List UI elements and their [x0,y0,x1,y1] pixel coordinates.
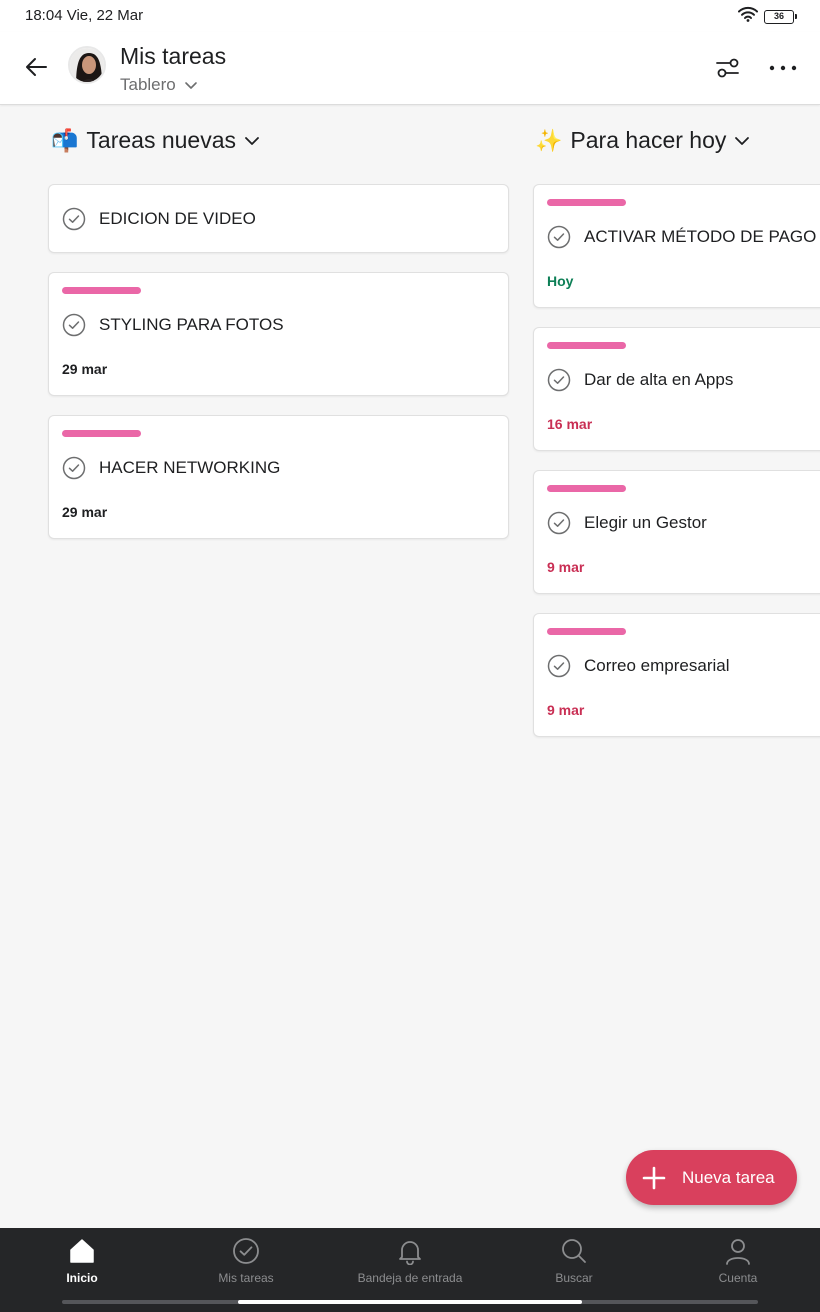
view-selector[interactable]: Tablero [120,75,198,95]
tag-bar [547,628,626,635]
task-title: Elegir un Gestor [584,513,707,532]
task-card[interactable]: EDICION DE VIDEO [48,184,509,253]
person-icon [723,1236,753,1266]
task-due-date: Hoy [547,273,574,289]
tag-bar [62,430,141,437]
home-icon [67,1236,97,1266]
task-title: HACER NETWORKING [99,458,281,477]
view-label: Tablero [120,75,176,94]
nav-label: Inicio [66,1271,98,1285]
nav-label: Bandeja de entrada [357,1271,463,1285]
check-circle-icon[interactable] [547,225,571,249]
check-circle-icon [231,1236,261,1266]
check-circle-icon[interactable] [62,456,86,480]
bottom-navigation: Inicio Mis tareas Bandeja de entrada Bus… [0,1228,820,1312]
tag-bar [547,342,626,349]
gesture-handle[interactable] [238,1300,582,1304]
battery-icon: 36 [764,9,797,24]
sparkles-icon: ✨ [535,127,563,153]
chevron-down-icon [735,136,750,145]
new-task-button[interactable]: Nueva tarea [626,1150,797,1205]
column-header-tareas-nuevas[interactable]: 📬 Tareas nuevas [51,127,260,154]
task-title: STYLING PARA FOTOS [99,315,284,334]
page-title: Mis tareas [120,43,227,69]
task-due-date: 29 mar [62,504,108,520]
arrow-left-icon [26,58,47,76]
task-due-date: 29 mar [62,361,108,377]
check-circle-icon[interactable] [547,368,571,392]
filter-button[interactable] [713,53,743,83]
chevron-down-icon [245,136,259,145]
nav-item-bandeja-de-entrada[interactable]: Bandeja de entrada [330,1236,490,1298]
tag-bar [547,485,626,492]
nav-item-inicio[interactable]: Inicio [2,1236,162,1298]
task-title: Dar de alta en Apps [584,370,734,389]
nav-label: Buscar [555,1271,593,1285]
status-time: 18:04 Vie, 22 Mar [25,7,144,24]
check-circle-icon[interactable] [547,654,571,678]
tag-bar [547,199,626,206]
task-card[interactable]: ACTIVAR MÉTODO DE PAGO Hoy [533,184,820,308]
nav-label: Mis tareas [218,1271,274,1285]
status-icons: 36 [738,6,797,27]
nav-item-cuenta[interactable]: Cuenta [658,1236,818,1298]
task-due-date: 9 mar [547,702,585,718]
column-header-para-hacer-hoy[interactable]: ✨ Para hacer hoy [535,127,750,154]
task-title: Correo empresarial [584,656,730,675]
bell-icon [395,1236,425,1266]
column-title: Para hacer hoy [570,127,727,153]
task-card[interactable]: HACER NETWORKING 29 mar [48,415,509,539]
search-icon [559,1236,589,1266]
mailbox-icon: 📬 [51,127,79,153]
new-task-label: Nueva tarea [682,1167,775,1187]
back-button[interactable] [22,52,52,82]
chevron-down-icon [184,82,197,89]
task-title: EDICION DE VIDEO [99,209,256,228]
sliders-icon [716,58,739,78]
task-due-date: 16 mar [547,416,593,432]
nav-label: Cuenta [718,1271,758,1285]
check-circle-icon[interactable] [62,207,86,231]
avatar[interactable] [68,46,106,84]
task-card[interactable]: Elegir un Gestor 9 mar [533,470,820,594]
check-circle-icon[interactable] [547,511,571,535]
more-options-button[interactable] [766,53,800,83]
task-due-date: 9 mar [547,559,585,575]
column-title: Tareas nuevas [86,127,236,153]
task-title: ACTIVAR MÉTODO DE PAGO [584,227,817,246]
more-horizontal-icon [769,65,797,71]
status-bar: 18:04 Vie, 22 Mar 36 [0,0,820,32]
check-circle-icon[interactable] [62,313,86,337]
task-card[interactable]: Correo empresarial 9 mar [533,613,820,737]
app-header: Mis tareas Tablero [0,32,820,105]
tag-bar [62,287,141,294]
nav-item-mis-tareas[interactable]: Mis tareas [166,1236,326,1298]
wifi-icon [738,6,758,27]
plus-icon [642,1166,666,1189]
task-card[interactable]: STYLING PARA FOTOS 29 mar [48,272,509,396]
nav-item-buscar[interactable]: Buscar [494,1236,654,1298]
task-card[interactable]: Dar de alta en Apps 16 mar [533,327,820,451]
